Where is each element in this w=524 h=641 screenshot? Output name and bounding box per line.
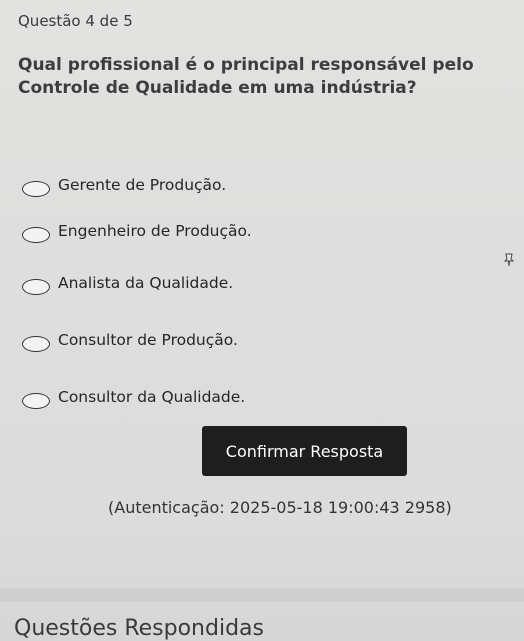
option-consultor-producao[interactable]: Consultor de Produção. — [22, 325, 422, 355]
radio-button[interactable] — [22, 181, 50, 197]
question-counter: Questão 4 de 5 — [18, 12, 133, 30]
radio-button[interactable] — [22, 393, 50, 409]
option-label: Consultor da Qualidade. — [58, 388, 246, 406]
answered-questions-section: Questões Respondidas — [0, 612, 524, 641]
answered-questions-heading: Questões Respondidas — [14, 616, 264, 641]
radio-button[interactable] — [22, 336, 50, 352]
question-text: Qual profissional é o principal responsá… — [18, 55, 474, 98]
option-engenheiro-producao[interactable]: Engenheiro de Produção. — [22, 216, 422, 246]
radio-button[interactable] — [22, 227, 50, 243]
option-analista-qualidade[interactable]: Analista da Qualidade. — [22, 268, 422, 298]
pin-icon — [503, 253, 515, 267]
option-consultor-qualidade[interactable]: Consultor da Qualidade. — [22, 382, 422, 412]
option-label: Consultor de Produção. — [58, 331, 238, 349]
option-label: Engenheiro de Produção. — [58, 222, 252, 240]
confirm-answer-button[interactable]: Confirmar Resposta — [202, 426, 407, 476]
authentication-text: (Autenticação: 2025-05-18 19:00:43 2958) — [108, 498, 452, 517]
option-label: Gerente de Produção. — [58, 176, 227, 194]
quiz-panel: Questão 4 de 5 Qual profissional é o pri… — [0, 0, 524, 641]
option-label: Analista da Qualidade. — [58, 274, 234, 292]
section-divider — [0, 588, 524, 602]
option-gerente-producao[interactable]: Gerente de Produção. — [22, 170, 422, 200]
radio-button[interactable] — [22, 279, 50, 295]
